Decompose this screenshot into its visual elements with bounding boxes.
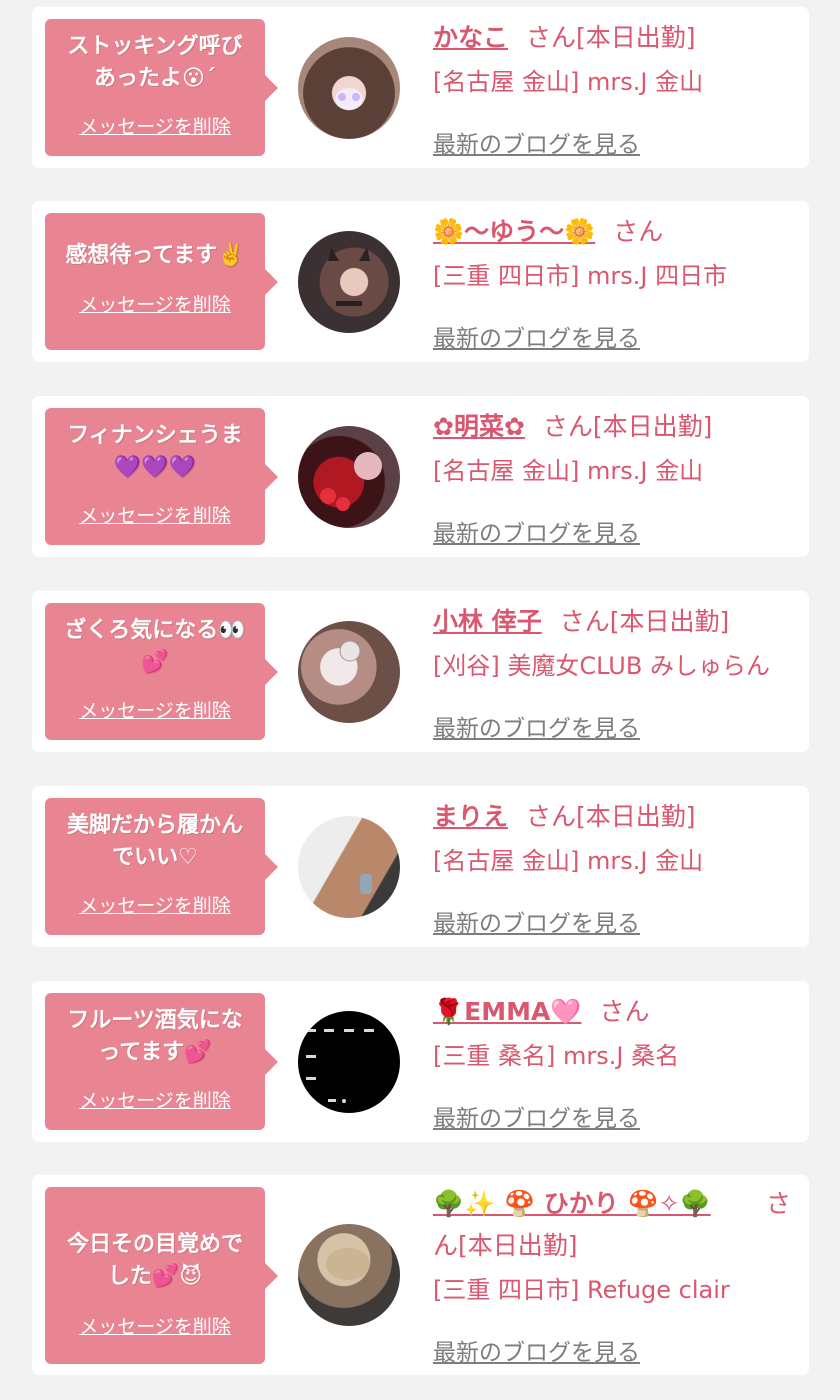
message-card: ざくろ気になる👀 💕 メッセージを削除 小林 倖子 さん[本日出勤] [刈谷] 美… bbox=[32, 591, 809, 752]
girl-status: さん[本日出勤] bbox=[542, 412, 713, 441]
shop-label: [三重 四日市] Refuge clair bbox=[433, 1276, 730, 1304]
message-line: した💕😈 bbox=[107, 1264, 203, 1289]
woman-portrait-icon bbox=[320, 452, 382, 511]
message-card: フルーツ酒気にな ってます💕 メッセージを削除 🌹EMMA🩷 さん [三重 桑名]… bbox=[32, 981, 809, 1142]
latest-blog-link[interactable]: 最新のブログを見る bbox=[433, 910, 640, 938]
girl-info: 🌼〜ゆう〜🌼 さん [三重 四日市] mrs.J 四日市 最新のブログを見る bbox=[433, 213, 791, 352]
message-card: 今日その目覚めで した💕😈 メッセージを削除 🌳✨ 🍄 ひかり 🍄✧🌳 さ ん[本… bbox=[32, 1175, 809, 1375]
girl-name-link[interactable]: 🌼〜ゆう〜🌼 bbox=[433, 217, 595, 246]
delete-message-link[interactable]: メッセージを削除 bbox=[45, 894, 265, 918]
avatar[interactable] bbox=[298, 231, 400, 333]
message-card: 美脚だから履かん でいい♡ メッセージを削除 まりえ さん[本日出勤] [名古屋 … bbox=[32, 786, 809, 947]
message-line: フルーツ酒気にな bbox=[67, 1008, 243, 1033]
shop-label: [三重 四日市] mrs.J 四日市 bbox=[433, 262, 728, 290]
shop-label: [刈谷] 美魔女CLUB みしゅらん bbox=[433, 652, 770, 680]
message-line: 💜💜💜 bbox=[113, 455, 197, 480]
avatar[interactable] bbox=[298, 37, 400, 139]
girl-name-link[interactable]: かなこ bbox=[433, 23, 508, 52]
girl-info: かなこ さん[本日出勤] [名古屋 金山] mrs.J 金山 最新のブログを見る bbox=[433, 19, 791, 158]
message-text: フルーツ酒気にな ってます💕 bbox=[45, 993, 265, 1069]
shop-label: [三重 桑名] mrs.J 桑名 bbox=[433, 1042, 680, 1070]
girl-status: さ bbox=[765, 1189, 791, 1218]
delete-message-link[interactable]: メッセージを削除 bbox=[45, 293, 265, 317]
girl-status-continued: ん[本日出勤] bbox=[433, 1231, 578, 1260]
message-text: ストッキング呼び あったよ😮´ bbox=[45, 19, 265, 95]
girl-status: さん[本日出勤] bbox=[559, 607, 730, 636]
delete-message-link[interactable]: メッセージを削除 bbox=[45, 504, 265, 528]
message-text: 感想待ってます✌️ bbox=[45, 213, 265, 272]
message-bubble: フルーツ酒気にな ってます💕 メッセージを削除 bbox=[45, 993, 278, 1130]
message-text: 今日その目覚めで した💕😈 bbox=[45, 1187, 265, 1293]
message-line: ってます💕 bbox=[98, 1040, 212, 1065]
message-line: 感想待ってます✌️ bbox=[65, 243, 245, 268]
girl-status: さん bbox=[599, 997, 650, 1026]
message-text: 美脚だから履かん でいい♡ bbox=[45, 798, 265, 874]
girl-status: さん[本日出勤] bbox=[526, 802, 696, 831]
message-line: でいい♡ bbox=[112, 845, 198, 870]
girl-name-link[interactable]: 🌹EMMA🩷 bbox=[433, 997, 581, 1026]
shop-label: [名古屋 金山] mrs.J 金山 bbox=[433, 847, 704, 875]
girl-name-link[interactable]: 小林 倖子 bbox=[433, 607, 542, 636]
message-line: 美脚だから履かん bbox=[66, 813, 243, 838]
latest-blog-link[interactable]: 最新のブログを見る bbox=[433, 1339, 640, 1367]
girl-name-link[interactable]: まりえ bbox=[433, 802, 508, 831]
message-card: フィナンシェうま 💜💜💜 メッセージを削除 ✿明菜✿ さん[本日出勤] [名古屋 … bbox=[32, 396, 809, 557]
message-bubble: フィナンシェうま 💜💜💜 メッセージを削除 bbox=[45, 408, 278, 545]
message-line: 💕 bbox=[141, 650, 169, 675]
latest-blog-link[interactable]: 最新のブログを見る bbox=[433, 1105, 640, 1133]
girl-name-link[interactable]: 🌳✨ 🍄 ひかり 🍄✧🌳 bbox=[433, 1189, 711, 1218]
latest-blog-link[interactable]: 最新のブログを見る bbox=[433, 715, 640, 743]
message-text: フィナンシェうま 💜💜💜 bbox=[45, 408, 265, 484]
woman-portrait-icon bbox=[360, 874, 372, 894]
woman-portrait-icon bbox=[328, 247, 370, 306]
message-bubble: 今日その目覚めで した💕😈 メッセージを削除 bbox=[45, 1187, 278, 1364]
girl-info: 小林 倖子 さん[本日出勤] [刈谷] 美魔女CLUB みしゅらん 最新のブログを… bbox=[433, 603, 791, 742]
delete-message-link[interactable]: メッセージを削除 bbox=[45, 699, 265, 723]
girl-info: ✿明菜✿ さん[本日出勤] [名古屋 金山] mrs.J 金山 最新のブログを見る bbox=[433, 408, 791, 547]
girl-status: さん[本日出勤] bbox=[526, 23, 696, 52]
text-image-icon bbox=[306, 1029, 374, 1103]
message-bubble: ざくろ気になる👀 💕 メッセージを削除 bbox=[45, 603, 278, 740]
message-bubble: 感想待ってます✌️ メッセージを削除 bbox=[45, 213, 278, 350]
message-line: ストッキング呼び bbox=[67, 34, 243, 59]
hair-portrait-icon bbox=[326, 1248, 370, 1280]
woman-portrait-icon bbox=[335, 88, 363, 110]
girl-name-link[interactable]: ✿明菜✿ bbox=[433, 412, 525, 441]
girl-status: さん bbox=[613, 217, 664, 246]
message-line: あったよ😮´ bbox=[94, 66, 216, 91]
girl-info: 🌹EMMA🩷 さん [三重 桑名] mrs.J 桑名 最新のブログを見る bbox=[433, 993, 791, 1132]
message-list: ストッキング呼び あったよ😮´ メッセージを削除 かなこ さん[本日出勤] [名古… bbox=[0, 0, 840, 1400]
message-text: ざくろ気になる👀 💕 bbox=[45, 603, 265, 679]
latest-blog-link[interactable]: 最新のブログを見る bbox=[433, 131, 640, 159]
message-line: 今日その目覚めで bbox=[66, 1232, 243, 1257]
shop-label: [名古屋 金山] mrs.J 金山 bbox=[433, 68, 704, 96]
message-card: 感想待ってます✌️ メッセージを削除 🌼〜ゆう〜🌼 さん [三重 四日市] mrs… bbox=[32, 201, 809, 362]
message-bubble: 美脚だから履かん でいい♡ メッセージを削除 bbox=[45, 798, 278, 935]
avatar[interactable] bbox=[298, 1224, 400, 1326]
avatar[interactable] bbox=[298, 426, 400, 528]
girl-info: まりえ さん[本日出勤] [名古屋 金山] mrs.J 金山 最新のブログを見る bbox=[433, 798, 791, 937]
avatar[interactable] bbox=[298, 1011, 400, 1113]
message-line: フィナンシェうま bbox=[67, 423, 243, 448]
woman-portrait-icon bbox=[339, 640, 361, 662]
girl-info: 🌳✨ 🍄 ひかり 🍄✧🌳 さ ん[本日出勤] [三重 四日市] Refuge cl… bbox=[433, 1185, 791, 1366]
message-bubble: ストッキング呼び あったよ😮´ メッセージを削除 bbox=[45, 19, 278, 156]
shop-label: [名古屋 金山] mrs.J 金山 bbox=[433, 457, 704, 485]
delete-message-link[interactable]: メッセージを削除 bbox=[45, 115, 265, 139]
delete-message-link[interactable]: メッセージを削除 bbox=[45, 1089, 265, 1113]
message-line: ざくろ気になる👀 bbox=[64, 618, 246, 643]
delete-message-link[interactable]: メッセージを削除 bbox=[45, 1315, 265, 1339]
avatar[interactable] bbox=[298, 816, 400, 918]
avatar[interactable] bbox=[298, 621, 400, 723]
latest-blog-link[interactable]: 最新のブログを見る bbox=[433, 325, 640, 353]
message-card: ストッキング呼び あったよ😮´ メッセージを削除 かなこ さん[本日出勤] [名古… bbox=[32, 7, 809, 168]
latest-blog-link[interactable]: 最新のブログを見る bbox=[433, 520, 640, 548]
